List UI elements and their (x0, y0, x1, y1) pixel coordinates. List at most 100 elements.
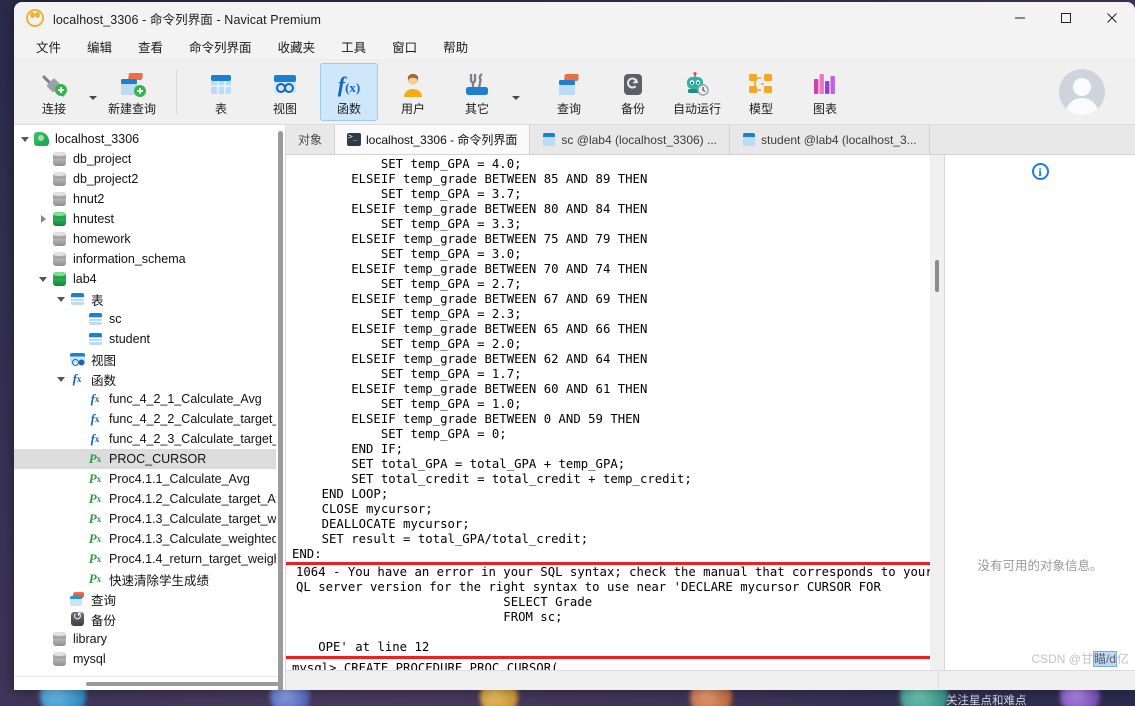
tree-item-label: 表 (91, 293, 104, 308)
toolbar-backup[interactable]: 备份 (604, 63, 662, 121)
tree-item[interactable]: student (14, 329, 285, 349)
toolbar-model-label: 模型 (748, 101, 773, 116)
tree-item[interactable]: Px PROC_CURSOR (14, 449, 285, 469)
toolbar-function-label: 函数 (336, 101, 361, 116)
toolbar-table[interactable]: 表 (192, 63, 250, 121)
query-icon (552, 70, 586, 100)
table-icon (86, 331, 104, 347)
chevron-down-icon[interactable] (54, 297, 68, 302)
sql-console[interactable]: SET temp_GPA = 4.0; ELSEIF temp_grade BE… (286, 155, 945, 670)
tree-item[interactable]: Px Proc4.1.3_Calculate_target_weig (14, 509, 285, 529)
menu-favorites[interactable]: 收藏夹 (266, 34, 328, 59)
automation-robot-icon (680, 70, 714, 100)
menu-tools[interactable]: 工具 (329, 34, 378, 59)
tab-student-table[interactable]: student @lab4 (localhost_3... (730, 125, 930, 154)
toolbar-chart[interactable]: 图表 (796, 63, 854, 121)
title-bar: localhost_3306 - 命令列界面 - Navicat Premium (14, 2, 1135, 34)
toolbar-connection-label: 连接 (41, 101, 66, 116)
chevron-right-icon[interactable] (36, 215, 50, 223)
tree-item[interactable]: f x 函数 (14, 369, 285, 389)
watermark-prefix: CSDN @甘 (1031, 652, 1093, 666)
tree-item[interactable]: db_project2 (14, 169, 285, 189)
toolbar-new-query[interactable]: 新建查询 (103, 63, 161, 121)
database-grey-icon (50, 251, 68, 267)
tree-item[interactable]: 备份 (14, 609, 285, 629)
toolbar-user[interactable]: 用户 (384, 63, 442, 121)
toolbar-other-label: 其它 (464, 101, 489, 116)
toolbar-connection[interactable]: 连接 (25, 63, 83, 121)
tree-item[interactable]: 表 (14, 289, 285, 309)
tree-item-label: mysql (73, 652, 106, 666)
tree-item[interactable]: homework (14, 229, 285, 249)
sidebar-horizontal-scroll-thumb[interactable] (86, 681, 279, 686)
sidebar-horizontal-scrollbar[interactable] (14, 676, 285, 690)
menu-window[interactable]: 窗口 (380, 34, 429, 59)
chevron-down-icon[interactable] (54, 377, 68, 382)
database-grey-icon (50, 191, 68, 207)
menu-console[interactable]: 命令列界面 (177, 34, 264, 59)
tab-sc-table[interactable]: sc @lab4 (localhost_3306) ... (530, 125, 731, 154)
database-grey-icon (50, 151, 68, 167)
toolbar-view[interactable]: 视图 (256, 63, 314, 121)
tree-item[interactable]: lab4 (14, 269, 285, 289)
user-avatar-icon[interactable] (1059, 69, 1105, 115)
tree-item-label: func_4_2_2_Calculate_target_Av (109, 412, 281, 426)
tree-item[interactable]: Px Proc4.1.1_Calculate_Avg (14, 469, 285, 489)
tree-item[interactable]: Px 快速清除学生成绩 (14, 569, 285, 589)
maximize-button[interactable] (1043, 2, 1089, 34)
tree-item[interactable]: f x func_4_2_2_Calculate_target_Av (14, 409, 285, 429)
tree-item[interactable]: db_project (14, 149, 285, 169)
info-circle-icon[interactable]: i (1031, 163, 1049, 180)
tab-objects-label: 对象 (298, 133, 323, 147)
toolbar-connection-dropdown[interactable] (86, 63, 100, 121)
menu-file[interactable]: 文件 (24, 34, 73, 59)
tree-item[interactable]: Px Proc4.1.3_Calculate_weighted_A (14, 529, 285, 549)
chevron-down-icon (512, 96, 520, 100)
toolbar-other[interactable]: 其它 (448, 63, 506, 121)
window-controls (997, 2, 1135, 34)
chevron-down-icon[interactable] (18, 137, 32, 142)
tree-item[interactable]: sc (14, 309, 285, 329)
tree-item[interactable]: Px Proc4.1.2_Calculate_target_Avg (14, 489, 285, 509)
tree-item-label: hnutest (73, 212, 115, 226)
sidebar-vertical-scrollbar[interactable] (276, 125, 285, 690)
menu-help[interactable]: 帮助 (431, 34, 480, 59)
tree-item[interactable]: 视图 (14, 349, 285, 369)
console-vertical-scroll-thumb[interactable] (935, 260, 939, 292)
user-icon (396, 70, 430, 100)
tree-item[interactable]: f x func_4_2_1_Calculate_Avg (14, 389, 285, 409)
console-vertical-scrollbar[interactable] (930, 155, 944, 670)
tree-item-label: db_project2 (73, 172, 139, 186)
chevron-down-icon[interactable] (36, 277, 50, 282)
tree-item[interactable]: Px Proc4.1.4_return_target_weight (14, 549, 285, 569)
sidebar-vertical-scroll-thumb[interactable] (278, 131, 283, 690)
procedure-px-icon: Px (88, 471, 102, 486)
object-tree-sidebar: localhost_3306 db_project db_project2 hnut2… (14, 125, 286, 690)
tree-item[interactable]: hnut2 (14, 189, 285, 209)
tree-item[interactable]: f x func_4_2_3_Calculate_target_we (14, 429, 285, 449)
toolbar-automation[interactable]: 自动运行 (668, 63, 726, 121)
menu-view[interactable]: 查看 (126, 34, 175, 59)
tree-item[interactable]: hnutest (14, 209, 285, 229)
main-toolbar: 连接 新建查询 表 视图 f(x) 函数 用户 其它 查询 备份 自动运行 模型… (14, 60, 1135, 125)
close-button[interactable] (1089, 2, 1135, 34)
tab-objects[interactable]: 对象 (286, 125, 336, 154)
tree-item-label: 备份 (91, 613, 117, 628)
toolbar-query[interactable]: 查询 (540, 63, 598, 121)
new-query-icon (115, 70, 149, 100)
tree-item[interactable]: library (14, 629, 285, 649)
table-icon (68, 291, 86, 307)
toolbar-function[interactable]: f(x) 函数 (320, 63, 378, 121)
tab-command-console[interactable]: localhost_3306 - 命令列界面 (335, 125, 531, 154)
tab-command-console-label: localhost_3306 - 命令列界面 (366, 133, 518, 147)
minimize-button[interactable] (997, 2, 1043, 34)
tree-item[interactable]: localhost_3306 (14, 129, 285, 149)
tree-item[interactable]: information_schema (14, 249, 285, 269)
watermark-selected: 瞄/d (1092, 651, 1117, 667)
toolbar-new-query-label: 新建查询 (107, 101, 156, 116)
tree-item[interactable]: mysql (14, 649, 285, 669)
tree-item[interactable]: 查询 (14, 589, 285, 609)
menu-edit[interactable]: 编辑 (75, 34, 124, 59)
toolbar-model[interactable]: 模型 (732, 63, 790, 121)
toolbar-other-dropdown[interactable] (509, 63, 523, 121)
